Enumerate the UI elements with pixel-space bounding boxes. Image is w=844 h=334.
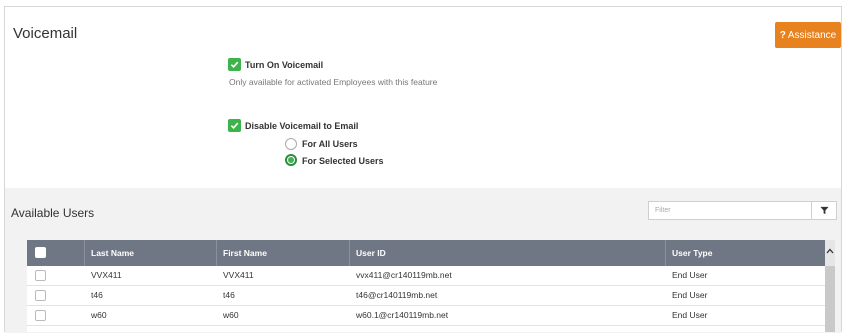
filter-button[interactable] bbox=[812, 201, 837, 220]
row-checkbox[interactable] bbox=[35, 290, 46, 301]
page-title: Voicemail bbox=[13, 25, 78, 42]
cell-user-type: End User bbox=[672, 270, 708, 280]
disable-voicemail-email-checkbox[interactable] bbox=[228, 119, 241, 132]
assistance-label: Assistance bbox=[787, 29, 837, 41]
table-header: Last Name First Name User ID User Type bbox=[27, 240, 825, 266]
column-header-user-id[interactable]: User ID bbox=[350, 240, 666, 266]
filter-input[interactable]: Filter bbox=[648, 201, 812, 220]
radio-for-selected-users-label: For Selected Users bbox=[302, 156, 384, 166]
cell-user-type: End User bbox=[672, 310, 708, 320]
row-checkbox[interactable] bbox=[35, 270, 46, 281]
checkmark-icon bbox=[230, 122, 239, 130]
turn-on-voicemail-note: Only available for activated Employees w… bbox=[229, 77, 438, 87]
turn-on-voicemail-label: Turn On Voicemail bbox=[245, 60, 324, 70]
users-table: Last Name First Name User ID User Type V… bbox=[27, 240, 835, 332]
radio-for-selected-users[interactable] bbox=[285, 154, 297, 166]
turn-on-voicemail-checkbox[interactable] bbox=[228, 58, 241, 71]
row-checkbox[interactable] bbox=[35, 310, 46, 321]
table-scrollbar[interactable] bbox=[825, 240, 835, 332]
help-icon: ? bbox=[779, 29, 786, 41]
cell-first-name: w60 bbox=[223, 310, 239, 320]
filter-icon bbox=[819, 206, 829, 215]
cell-last-name: VVX411 bbox=[91, 270, 122, 280]
checkmark-icon bbox=[230, 61, 239, 69]
column-header-first-name[interactable]: First Name bbox=[217, 240, 350, 266]
table-row[interactable]: VVX411 VVX411 vvx411@cr140119mb.net End … bbox=[27, 266, 825, 286]
select-all-cell bbox=[27, 240, 85, 266]
cell-first-name: t46 bbox=[223, 290, 235, 300]
cell-user-id: vvx411@cr140119mb.net bbox=[356, 270, 452, 280]
table-row[interactable]: w60 w60 w60.1@cr140119mb.net End User bbox=[27, 306, 825, 326]
available-users-title: Available Users bbox=[11, 206, 95, 220]
available-users-panel: Available Users Filter Last Name First N… bbox=[5, 188, 841, 333]
cell-user-id: t46@cr140119mb.net bbox=[356, 290, 438, 300]
select-all-checkbox[interactable] bbox=[35, 247, 46, 258]
cell-user-id: w60.1@cr140119mb.net bbox=[356, 310, 449, 320]
cell-first-name: VVX411 bbox=[223, 270, 254, 280]
disable-voicemail-email-label: Disable Voicemail to Email bbox=[245, 121, 359, 131]
scrollbar-thumb[interactable] bbox=[825, 266, 835, 332]
voicemail-panel: Voicemail ? Assistance Turn On Voicemail… bbox=[4, 6, 842, 333]
cell-last-name: w60 bbox=[91, 310, 107, 320]
cell-user-type: End User bbox=[672, 290, 708, 300]
radio-for-all-users-label: For All Users bbox=[302, 139, 358, 149]
column-header-last-name[interactable]: Last Name bbox=[85, 240, 217, 266]
cell-last-name: t46 bbox=[91, 290, 103, 300]
scroll-up-icon[interactable] bbox=[825, 246, 835, 256]
assistance-button[interactable]: ? Assistance bbox=[775, 22, 841, 48]
radio-for-all-users[interactable] bbox=[285, 138, 297, 150]
table-row[interactable]: t46 t46 t46@cr140119mb.net End User bbox=[27, 286, 825, 306]
column-header-user-type[interactable]: User Type bbox=[666, 240, 825, 266]
